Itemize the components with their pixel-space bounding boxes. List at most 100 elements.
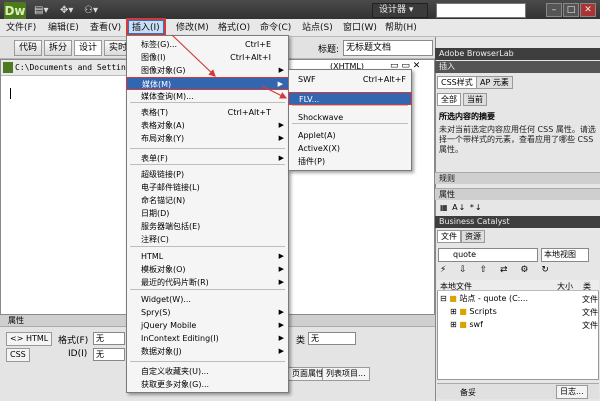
list-item-button[interactable]: 列表项目...	[322, 367, 370, 381]
maximize-button[interactable]: □	[563, 3, 579, 17]
menu-item-label: Widget(W)...	[141, 295, 191, 304]
menu-item-template-objects[interactable]: 模板对象(O) ▶	[126, 263, 289, 276]
site-row-label: 站点 - quote (C:...	[459, 294, 529, 303]
expand-icon[interactable]: ⊞	[450, 320, 459, 329]
workspace-switcher[interactable]: 设计器 ▾	[372, 3, 428, 18]
site-row[interactable]: ⊟ ■ 站点 - quote (C:...	[440, 293, 528, 305]
class-select[interactable]: 无	[308, 332, 356, 345]
css-current-tab[interactable]: 当前	[463, 93, 487, 106]
menu-item-layout-objects[interactable]: 布局对象(Y) ▶	[126, 132, 289, 145]
submenu-arrow-icon: ▶	[278, 347, 284, 355]
submenu-arrow-icon: ▶	[278, 252, 284, 260]
layout-icon[interactable]: ▤▾	[34, 4, 48, 18]
local-files-column[interactable]: 本地文件	[440, 281, 472, 292]
log-button[interactable]: 日志...	[556, 385, 588, 399]
menu-item-date[interactable]: 日期(D)	[126, 207, 289, 220]
menu-item-label: 媒体(M)	[142, 80, 172, 89]
extend-icon[interactable]: ✥▾	[60, 4, 73, 18]
format-select[interactable]: 无	[93, 332, 125, 345]
expand-icon[interactable]: ⊞	[450, 307, 459, 316]
menu-separator	[130, 289, 285, 290]
menu-item-media[interactable]: 媒体(M) ▶	[126, 77, 289, 90]
menu-item-label: 图像(I)	[141, 53, 166, 62]
view-select[interactable]: 本地视图	[541, 248, 589, 262]
folder-label: Scripts	[469, 307, 497, 316]
menu-item-recent-snippets[interactable]: 最近的代码片断(R) ▶	[126, 276, 289, 289]
menu-view[interactable]: 查看(V)	[90, 21, 121, 35]
css-styles-tab[interactable]: CSS样式	[437, 76, 477, 89]
files-tab[interactable]: 文件	[437, 230, 461, 243]
menu-item-shortcut: Ctrl+Alt+I	[230, 53, 271, 62]
expand-icon[interactable]: ⊟	[440, 294, 449, 303]
submenu-separator	[292, 123, 408, 124]
size-column[interactable]: 大小	[557, 281, 573, 292]
menu-item-tag[interactable]: 标签(G)... Ctrl+E	[126, 38, 289, 51]
browserlab-panel-header[interactable]: Adobe BrowserLab	[435, 48, 600, 60]
folder-icon: ■	[449, 294, 460, 303]
submenu-item-swf[interactable]: SWF Ctrl+Alt+F	[288, 73, 412, 86]
menu-window[interactable]: 窗口(W)	[343, 21, 377, 35]
folder-row-scripts[interactable]: ⊞ ■ Scripts	[450, 306, 497, 318]
menu-item-spry[interactable]: Spry(S) ▶	[126, 306, 289, 319]
design-view-button[interactable]: 设计	[74, 40, 103, 56]
code-view-button[interactable]: 代码	[14, 40, 43, 56]
menu-item-data-objects[interactable]: 数据对象(J) ▶	[126, 345, 289, 358]
menu-item-image[interactable]: 图像(I) Ctrl+Alt+I	[126, 51, 289, 64]
menu-item-label: 自定义收藏夹(U)...	[141, 367, 209, 376]
menu-item-table-objects[interactable]: 表格对象(A) ▶	[126, 119, 289, 132]
attributes-header[interactable]: 属性	[435, 188, 600, 200]
menu-item-get-more-objects[interactable]: 获取更多对象(G)...	[126, 378, 289, 391]
menu-item-html[interactable]: HTML ▶	[126, 250, 289, 263]
minimize-button[interactable]: –	[546, 3, 562, 17]
menu-item-shortcut: Ctrl+E	[245, 40, 271, 49]
text-caret	[10, 88, 11, 99]
submenu-item-label: 插件(P)	[298, 157, 326, 166]
submenu-item-plugin[interactable]: 插件(P)	[288, 155, 412, 168]
menu-item-widget[interactable]: Widget(W)...	[126, 293, 289, 306]
css-all-tab[interactable]: 全部	[437, 93, 461, 106]
menu-item-server-side-include[interactable]: 服务器端包括(E)	[126, 220, 289, 233]
menu-item-label: 超级链接(P)	[141, 170, 185, 179]
folder-row-swf[interactable]: ⊞ ■ swf	[450, 319, 483, 331]
menu-file[interactable]: 文件(F)	[6, 21, 36, 35]
split-view-button[interactable]: 拆分	[44, 40, 73, 56]
menu-site[interactable]: 站点(S)	[302, 21, 333, 35]
menu-edit[interactable]: 编辑(E)	[48, 21, 79, 35]
css-properties-tab[interactable]: CSS	[6, 348, 30, 362]
menu-item-label: 媒体查询(M)...	[141, 92, 194, 101]
attributes-toolbar-icons[interactable]: ▦ A↓ *↓	[440, 203, 483, 212]
files-toolbar-icons[interactable]: ⚡ ⇩ ⇧ ⇄ ⚙ ↻	[440, 265, 554, 275]
close-button[interactable]: ✕	[580, 3, 596, 17]
business-catalyst-header[interactable]: Business Catalyst	[435, 216, 600, 228]
assets-tab[interactable]: 资源	[461, 230, 485, 243]
menu-item-comment[interactable]: 注释(C)	[126, 233, 289, 246]
menu-format[interactable]: 格式(O)	[218, 21, 250, 35]
menu-item-incontext-editing[interactable]: InContext Editing(I) ▶	[126, 332, 289, 345]
ap-elements-tab[interactable]: AP 元素	[476, 76, 513, 89]
submenu-item-activex[interactable]: ActiveX(X)	[288, 142, 412, 155]
search-input[interactable]	[436, 3, 526, 18]
menu-commands[interactable]: 命令(C)	[260, 21, 291, 35]
html-properties-tab[interactable]: <> HTML	[6, 332, 53, 346]
site-icon[interactable]: ⚇▾	[84, 4, 98, 18]
rules-header[interactable]: 规则	[435, 172, 600, 184]
menu-item-email-link[interactable]: 电子邮件链接(L)	[126, 181, 289, 194]
type-column[interactable]: 类	[583, 281, 591, 292]
menu-help[interactable]: 帮助(H)	[385, 21, 417, 35]
menu-item-jquery-mobile[interactable]: jQuery Mobile ▶	[126, 319, 289, 332]
submenu-item-flv[interactable]: FLV...	[288, 92, 412, 105]
menu-item-image-objects[interactable]: 图像对象(G) ▶	[126, 64, 289, 77]
menu-item-table[interactable]: 表格(T) Ctrl+Alt+T	[126, 106, 289, 119]
dreamweaver-logo: Dw	[4, 2, 26, 20]
menu-modify[interactable]: 修改(M)	[176, 21, 209, 35]
id-select[interactable]: 无	[93, 348, 125, 361]
menu-item-hyperlink[interactable]: 超级链接(P)	[126, 168, 289, 181]
site-select[interactable]: quote	[438, 248, 538, 262]
menu-insert[interactable]: 插入(I)	[126, 18, 166, 36]
insert-panel-header[interactable]: 插入	[435, 61, 600, 73]
menu-separator	[130, 246, 285, 247]
title-input[interactable]: 无标题文档	[343, 40, 433, 56]
menu-item-customize-favorites[interactable]: 自定义收藏夹(U)...	[126, 365, 289, 378]
submenu-item-applet[interactable]: Applet(A)	[288, 129, 412, 142]
menu-item-named-anchor[interactable]: 命名锚记(N)	[126, 194, 289, 207]
